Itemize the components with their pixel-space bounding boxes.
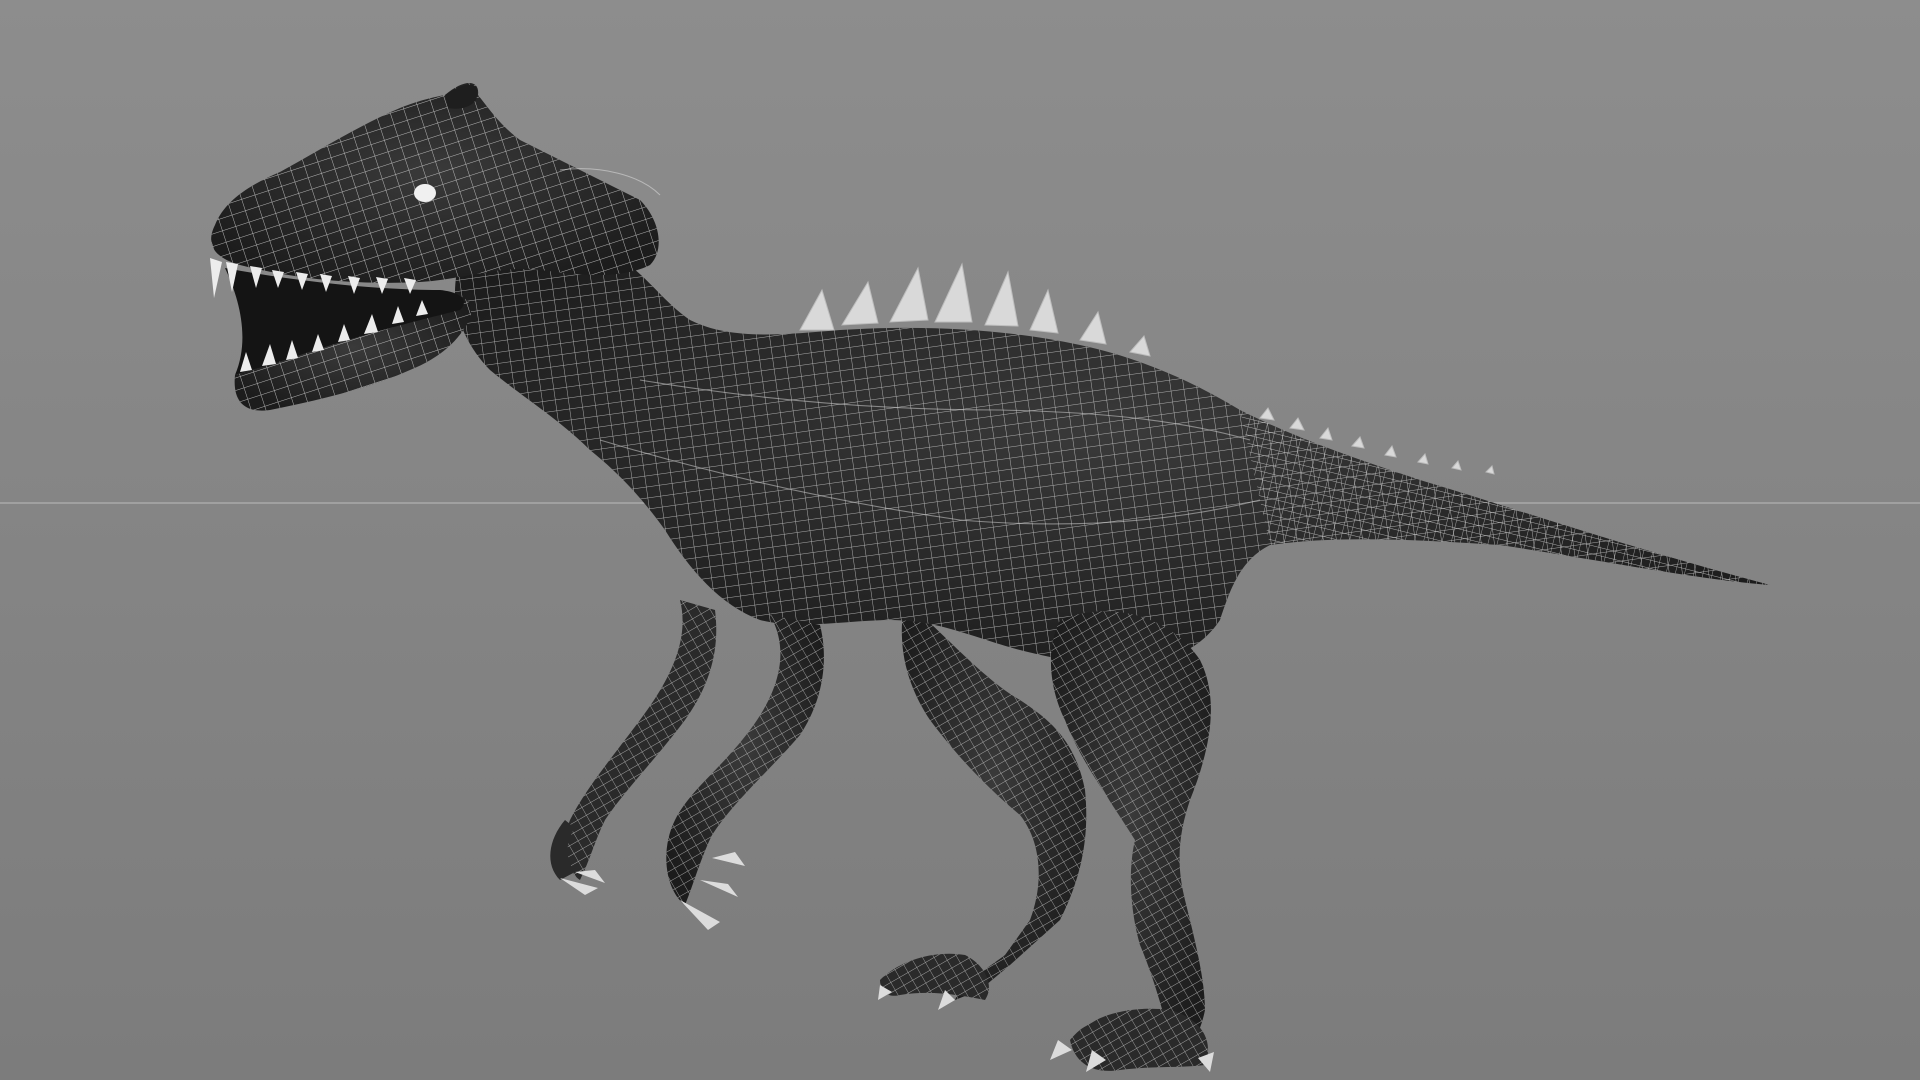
3d-viewport[interactable] — [0, 0, 1920, 1080]
viewport-canvas[interactable] — [0, 0, 1920, 1080]
eye — [414, 184, 436, 202]
